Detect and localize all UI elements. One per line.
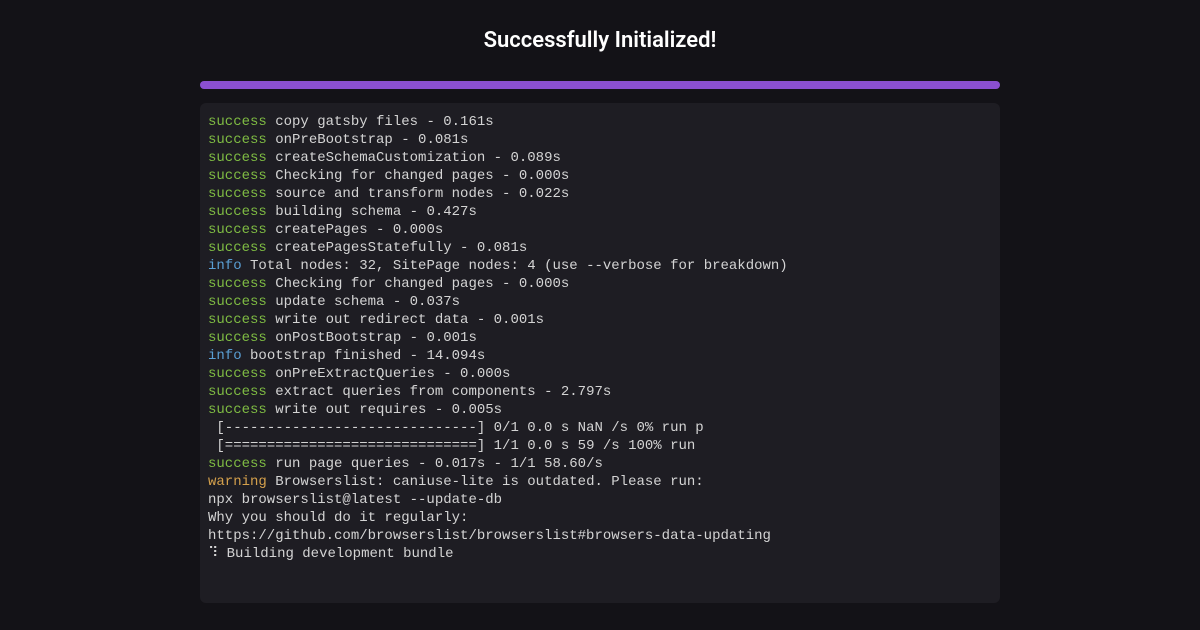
terminal-text: bootstrap finished - 14.094s — [250, 348, 485, 364]
terminal-line: Why you should do it regularly: — [208, 509, 992, 527]
terminal-line: successcreatePagesStatefully - 0.081s — [208, 239, 992, 257]
terminal-line: successonPreExtractQueries - 0.000s — [208, 365, 992, 383]
terminal-line: https://github.com/browserslist/browsers… — [208, 527, 992, 545]
terminal-line: successonPreBootstrap - 0.081s — [208, 131, 992, 149]
terminal-text: npx browserslist@latest --update-db — [208, 492, 502, 508]
terminal-text: onPreBootstrap - 0.081s — [275, 132, 468, 148]
terminal-text: run page queries - 0.017s - 1/1 58.60/s — [275, 456, 603, 472]
terminal-text: Why you should do it regularly: — [208, 510, 468, 526]
success-tag: success — [208, 240, 275, 256]
success-tag: success — [208, 186, 275, 202]
success-tag: success — [208, 384, 275, 400]
terminal-text: createSchemaCustomization - 0.089s — [275, 150, 561, 166]
terminal-text: onPostBootstrap - 0.001s — [275, 330, 477, 346]
terminal-text: building schema - 0.427s — [275, 204, 477, 220]
terminal-line: [------------------------------] 0/1 0.0… — [208, 419, 992, 437]
success-tag: success — [208, 294, 275, 310]
terminal-line: successextract queries from components -… — [208, 383, 992, 401]
terminal-line: [==============================] 1/1 0.0… — [208, 437, 992, 455]
terminal-text: Browserslist: caniuse-lite is outdated. … — [275, 474, 703, 490]
terminal-text: Checking for changed pages - 0.000s — [275, 168, 569, 184]
success-tag: success — [208, 168, 275, 184]
success-tag: success — [208, 132, 275, 148]
success-tag: success — [208, 204, 275, 220]
success-tag: success — [208, 366, 275, 382]
terminal-line: successwrite out requires - 0.005s — [208, 401, 992, 419]
terminal-line: successbuilding schema - 0.427s — [208, 203, 992, 221]
terminal-text: createPagesStatefully - 0.081s — [275, 240, 527, 256]
terminal-line: successcopy gatsby files - 0.161s — [208, 113, 992, 131]
terminal-line: successupdate schema - 0.037s — [208, 293, 992, 311]
terminal-line: successonPostBootstrap - 0.001s — [208, 329, 992, 347]
terminal-line: successsource and transform nodes - 0.02… — [208, 185, 992, 203]
terminal-text: onPreExtractQueries - 0.000s — [275, 366, 510, 382]
success-tag: success — [208, 456, 275, 472]
terminal-output: successcopy gatsby files - 0.161ssuccess… — [200, 103, 1000, 603]
terminal-line: npx browserslist@latest --update-db — [208, 491, 992, 509]
terminal-text: Checking for changed pages - 0.000s — [275, 276, 569, 292]
success-tag: success — [208, 114, 275, 130]
info-tag: info — [208, 258, 250, 274]
terminal-text: [==============================] 1/1 0.0… — [208, 438, 695, 454]
terminal-text: [------------------------------] 0/1 0.0… — [208, 420, 704, 436]
terminal-line: successcreatePages - 0.000s — [208, 221, 992, 239]
success-tag: success — [208, 402, 275, 418]
info-tag: info — [208, 348, 250, 364]
terminal-line: infobootstrap finished - 14.094s — [208, 347, 992, 365]
terminal-line: successwrite out redirect data - 0.001s — [208, 311, 992, 329]
terminal-text: ⠹ Building development bundle — [208, 546, 454, 562]
progress-bar — [200, 81, 1000, 89]
terminal-line: successcreateSchemaCustomization - 0.089… — [208, 149, 992, 167]
terminal-text: source and transform nodes - 0.022s — [275, 186, 569, 202]
success-tag: success — [208, 222, 275, 238]
terminal-text: write out redirect data - 0.001s — [275, 312, 544, 328]
terminal-line: infoTotal nodes: 32, SitePage nodes: 4 (… — [208, 257, 992, 275]
terminal-line: successChecking for changed pages - 0.00… — [208, 275, 992, 293]
page-title: Successfully Initialized! — [484, 28, 717, 53]
terminal-text: update schema - 0.037s — [275, 294, 460, 310]
terminal-text: https://github.com/browserslist/browsers… — [208, 528, 771, 544]
success-tag: success — [208, 276, 275, 292]
warning-tag: warning — [208, 474, 275, 490]
terminal-line: warningBrowserslist: caniuse-lite is out… — [208, 473, 992, 491]
success-tag: success — [208, 330, 275, 346]
terminal-text: write out requires - 0.005s — [275, 402, 502, 418]
terminal-text: createPages - 0.000s — [275, 222, 443, 238]
terminal-line: ⠹ Building development bundle — [208, 545, 992, 563]
terminal-text: Total nodes: 32, SitePage nodes: 4 (use … — [250, 258, 788, 274]
success-tag: success — [208, 312, 275, 328]
terminal-text: extract queries from components - 2.797s — [275, 384, 611, 400]
terminal-line: successrun page queries - 0.017s - 1/1 5… — [208, 455, 992, 473]
terminal-line: successChecking for changed pages - 0.00… — [208, 167, 992, 185]
terminal-text: copy gatsby files - 0.161s — [275, 114, 493, 130]
success-tag: success — [208, 150, 275, 166]
